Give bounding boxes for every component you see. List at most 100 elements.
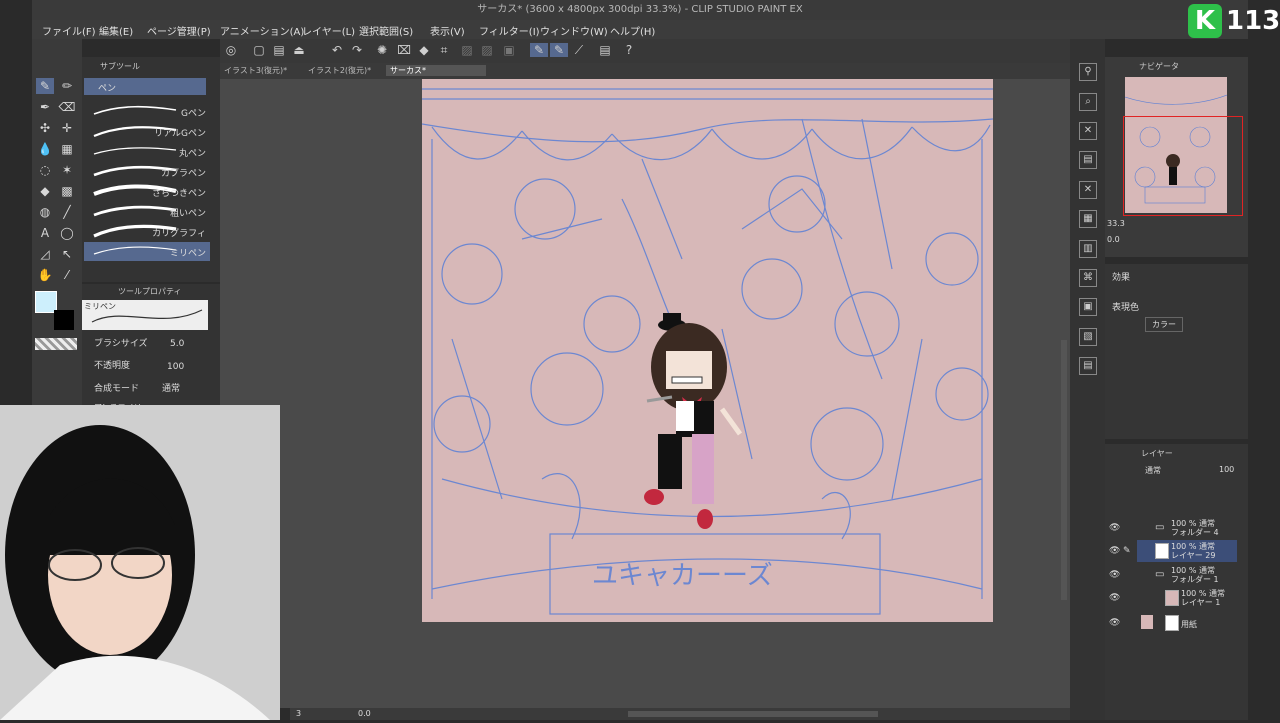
brush-size-value[interactable]: 5.0 <box>170 339 184 349</box>
doc-icon[interactable]: ▤ <box>598 43 612 57</box>
menu-page[interactable]: ページ管理(P) <box>147 23 211 38</box>
horizontal-scrollbar[interactable] <box>628 711 878 717</box>
brush-calligraphy[interactable]: カリグラフィ <box>84 222 210 241</box>
layer-property-icon[interactable]: ▤ <box>1079 151 1097 169</box>
menu-animation[interactable]: アニメーション(A) <box>220 23 304 38</box>
layer-row[interactable]: 👁 100 % 通常 レイヤー 1 <box>1105 587 1248 610</box>
history-icon[interactable]: ▥ <box>1079 240 1097 258</box>
brightness-icon[interactable]: ✺ <box>375 43 389 57</box>
auto-action-icon[interactable]: ⌘ <box>1079 269 1097 287</box>
navigator-viewport-frame[interactable] <box>1123 116 1243 216</box>
brush-rough-pen[interactable]: さらつきペン <box>84 182 210 201</box>
toolprop-preview: ミリペン <box>82 300 208 330</box>
grid-palette-icon[interactable]: ▦ <box>1079 210 1097 228</box>
blend-tool-icon[interactable]: 💧 <box>36 141 54 157</box>
menu-edit[interactable]: 編集(E) <box>99 23 133 38</box>
eye-icon[interactable]: 👁 <box>1109 593 1120 603</box>
sub-view-icon[interactable]: ▧ <box>1079 328 1097 346</box>
magic-wand-icon[interactable]: ✶ <box>58 162 76 178</box>
blend-mode-select[interactable]: 通常 <box>162 381 180 394</box>
brush-tool-icon[interactable]: ✒ <box>36 99 54 115</box>
brush-round-pen[interactable]: 丸ペン <box>84 142 210 161</box>
layer-blend-select[interactable]: 通常 <box>1145 465 1161 476</box>
pen-active-icon[interactable]: ✎ <box>530 43 548 57</box>
eye-icon[interactable]: 👁 <box>1109 618 1120 628</box>
fill-icon[interactable]: ◆ <box>417 43 431 57</box>
transparent-color-swatch[interactable] <box>35 338 77 350</box>
clear-icon[interactable]: ⌧ <box>397 43 411 57</box>
line-icon[interactable]: ⟋ <box>572 43 586 57</box>
fill-tool-icon[interactable]: ◆ <box>36 183 54 199</box>
brush-coarse-pen[interactable]: 粗いペン <box>84 202 210 221</box>
sub-color-swatch[interactable] <box>54 310 74 330</box>
close-palette-icon[interactable]: ✕ <box>1079 122 1097 140</box>
menu-view[interactable]: 表示(V) <box>430 23 465 38</box>
new-file-icon[interactable]: ▢ <box>252 43 266 57</box>
menu-layer[interactable]: レイヤー(L) <box>302 23 355 38</box>
close-palette-icon-2[interactable]: ✕ <box>1079 181 1097 199</box>
grid-tool-icon[interactable]: ▦ <box>58 141 76 157</box>
layer-property-panel: 効果 表現色 カラー <box>1105 264 1248 439</box>
ruler-tool-icon[interactable]: ◿ <box>36 246 54 262</box>
redo-icon[interactable]: ↷ <box>350 43 364 57</box>
navigator-zoom[interactable]: 33.3 <box>1107 219 1125 228</box>
brush-real-g-pen[interactable]: リアルGペン <box>84 122 210 141</box>
expression-color-select[interactable]: カラー <box>1145 317 1183 332</box>
brush-g-pen[interactable]: Gペン <box>84 102 210 121</box>
brush-milli-pen[interactable]: ミリペン <box>84 242 210 261</box>
gradient-tool-icon[interactable]: ▩ <box>58 183 76 199</box>
clip-studio-icon[interactable]: ◎ <box>224 43 238 57</box>
move-tool-icon[interactable]: ✛ <box>58 120 76 136</box>
invert-icon[interactable]: ▣ <box>502 43 516 57</box>
layer-row-selected[interactable]: 👁 ✎ 100 % 通常 レイヤー 29 <box>1105 540 1248 563</box>
hand-tool-icon[interactable]: ✋ <box>36 267 54 283</box>
search-icon[interactable]: ⌕ <box>1079 93 1097 111</box>
tool-property-panel: ツールプロパティ ミリペン ブラシサイズ 5.0 不透明度 100 合成モード … <box>82 284 220 414</box>
menu-file[interactable]: ファイル(F) <box>42 23 96 38</box>
balloon-tool-icon[interactable]: ◯ <box>58 225 76 241</box>
eye-icon[interactable]: 👁 <box>1109 546 1120 556</box>
status-zoom[interactable]: 3 <box>296 709 301 718</box>
pencil-tool-icon[interactable]: ✏ <box>58 78 76 94</box>
tab-illust2[interactable]: イラスト2(復元)* <box>308 65 371 76</box>
subtool-group-tab[interactable]: ペン <box>84 78 206 95</box>
drawing-canvas[interactable]: ユキャカーーズ <box>421 79 994 622</box>
decoration-tool-icon[interactable]: ✣ <box>36 120 54 136</box>
layer-row[interactable]: 👁 ▭ 100 % 通常 フォルダー 4 <box>1105 517 1248 540</box>
save-icon[interactable]: ⏏ <box>292 43 306 57</box>
menu-filter[interactable]: フィルター(I) <box>479 23 540 38</box>
text-tool-icon[interactable]: A <box>36 225 54 241</box>
menu-help[interactable]: ヘルプ(H) <box>610 23 655 38</box>
vertical-scrollbar[interactable] <box>1061 340 1067 600</box>
layer-row[interactable]: 👁 ▭ 100 % 通常 フォルダー 1 <box>1105 564 1248 587</box>
deselect-icon[interactable]: ▨ <box>480 43 494 57</box>
select-icon[interactable]: ▨ <box>460 43 474 57</box>
undo-icon[interactable]: ↶ <box>330 43 344 57</box>
eraser-tool-icon[interactable]: ⌫ <box>58 99 76 115</box>
status-angle[interactable]: 0.0 <box>358 709 371 718</box>
correct-line-icon[interactable]: ↖ <box>58 246 76 262</box>
material-icon[interactable]: ⚲ <box>1079 63 1097 81</box>
layer-row[interactable]: 👁 用紙 <box>1105 612 1248 635</box>
figure-tool-icon[interactable]: ╱ <box>58 204 76 220</box>
eye-icon[interactable]: 👁 <box>1109 570 1120 580</box>
open-icon[interactable]: ▤ <box>272 43 286 57</box>
tab-circus[interactable]: サーカス* <box>386 65 486 76</box>
layer-opacity-value[interactable]: 100 <box>1219 465 1234 474</box>
timeline-icon[interactable]: ▤ <box>1079 357 1097 375</box>
eye-icon[interactable]: 👁 <box>1109 523 1120 533</box>
menu-selection[interactable]: 選択範囲(S) <box>359 23 413 38</box>
color-picker-icon[interactable]: ⁄ <box>58 267 76 283</box>
pen-tool-icon[interactable]: ✎ <box>36 78 54 94</box>
tab-illust3[interactable]: イラスト3(復元)* <box>224 65 287 76</box>
menu-window[interactable]: ウィンドウ(W) <box>540 23 608 38</box>
eyedropper-icon[interactable]: ◍ <box>36 204 54 220</box>
pen-stab-icon[interactable]: ✎ <box>550 43 568 57</box>
transform-icon[interactable]: ⌗ <box>437 43 451 57</box>
help-icon[interactable]: ? <box>622 43 636 57</box>
lasso-tool-icon[interactable]: ◌ <box>36 162 54 178</box>
item-bank-icon[interactable]: ▣ <box>1079 298 1097 316</box>
brush-kabura-pen[interactable]: カブラペン <box>84 162 210 181</box>
navigator-angle[interactable]: 0.0 <box>1107 235 1120 244</box>
opacity-value[interactable]: 100 <box>167 362 184 372</box>
